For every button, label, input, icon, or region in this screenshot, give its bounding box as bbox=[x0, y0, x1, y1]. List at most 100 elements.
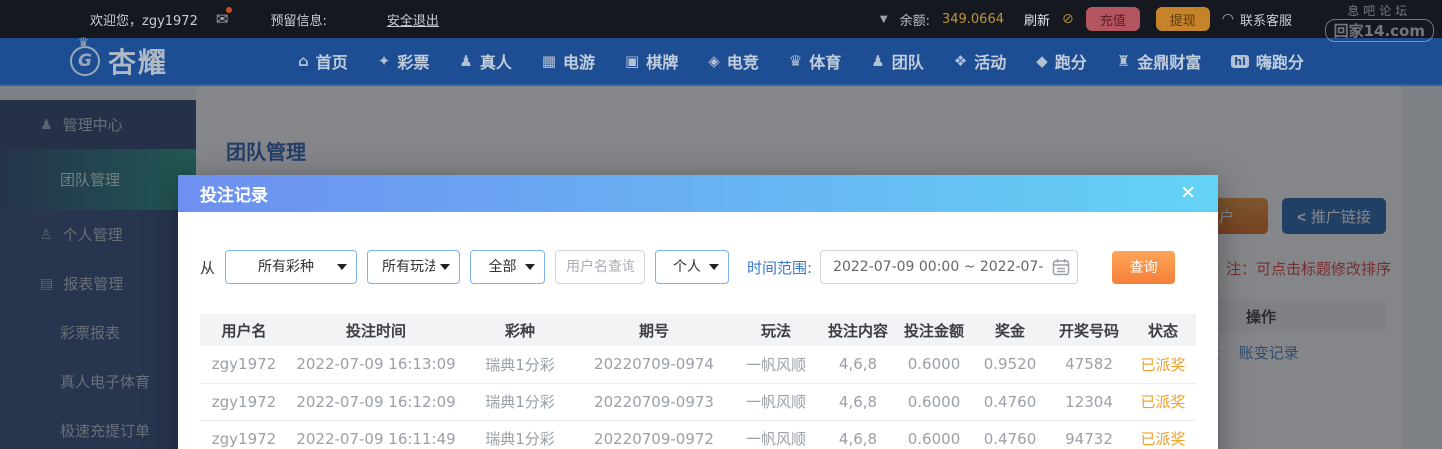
table-cell: 0.6000 bbox=[896, 420, 972, 449]
nav-item-label: 金鼎财富 bbox=[1137, 53, 1202, 72]
column-header[interactable]: 奖金 bbox=[972, 314, 1048, 346]
welcome-text: 欢迎您，zgy1972 bbox=[90, 13, 198, 29]
hi-paofen-icon: hi bbox=[1231, 54, 1249, 68]
table-cell: 12304 bbox=[1048, 383, 1130, 421]
slots-icon: ▦ bbox=[541, 52, 557, 70]
logo-crown-icon: ♛ G bbox=[70, 35, 100, 76]
table-cell: 2022-07-09 16:11:49 bbox=[288, 420, 464, 449]
table-cell: 0.6000 bbox=[896, 346, 972, 384]
time-range-label: 时间范围: bbox=[747, 258, 813, 277]
column-header[interactable]: 开奖号码 bbox=[1048, 314, 1130, 346]
date-range-input[interactable] bbox=[820, 250, 1079, 284]
table-cell: 4,6,8 bbox=[820, 383, 896, 421]
table-cell: 20220709-0973 bbox=[576, 383, 732, 421]
bet-records-modal: 投注记录 ✕ 从 所有彩种 所有玩法 全部 个人 时间范围: 查询 用户名投注时… bbox=[178, 175, 1218, 449]
table-cell: 0.6000 bbox=[896, 383, 972, 421]
modal-title: 投注记录 bbox=[200, 186, 268, 206]
table-row: zgy1972 2022-07-09 16:11:49 瑞典1分彩 20220709-… bbox=[200, 420, 1196, 449]
lottery-icon: ✦ bbox=[377, 52, 391, 70]
close-icon[interactable]: ✕ bbox=[1180, 184, 1196, 203]
table-cell: 瑞典1分彩 bbox=[464, 420, 576, 449]
balance-value: 349.0664 bbox=[941, 11, 1004, 27]
promo-icon: ❖ bbox=[953, 52, 968, 70]
bet-records-table: 用户名 投注时间 彩种 期号 玩法 投注内容 投注金额 奖金 开奖号码 状态 zgy1972 202… bbox=[200, 314, 1196, 449]
top-bar: 欢迎您，zgy1972 ✉ 预留信息: 安全退出 ▼ 余额: 349.0664 … bbox=[0, 0, 1442, 38]
withdraw-button[interactable]: 提现 bbox=[1155, 7, 1210, 31]
filter-bar: 从 所有彩种 所有玩法 全部 个人 时间范围: 查询 bbox=[200, 250, 1196, 284]
nav-item-paofen[interactable]: ◆ 跑分 bbox=[1036, 49, 1087, 73]
site-logo[interactable]: ♛ G 杏耀 bbox=[70, 35, 169, 81]
column-header[interactable]: 期号 bbox=[576, 314, 732, 346]
nav-item-promo[interactable]: ❖ 活动 bbox=[954, 49, 1006, 73]
nav-item-label: 电竞 bbox=[726, 53, 759, 72]
eye-slash-icon[interactable]: ⊘ bbox=[1062, 11, 1074, 27]
balance-label: 余额: bbox=[899, 13, 930, 29]
scope-select[interactable]: 个人 bbox=[655, 250, 730, 284]
table-cell: 瑞典1分彩 bbox=[464, 383, 576, 421]
notification-dot bbox=[226, 7, 233, 13]
from-label: 从 bbox=[200, 258, 216, 277]
table-cell: 0.9520 bbox=[972, 346, 1048, 384]
home-icon: ⌂ bbox=[298, 52, 309, 70]
calendar-icon[interactable] bbox=[1052, 258, 1070, 276]
nav-item-wealth[interactable]: ♜ 金鼎财富 bbox=[1117, 49, 1201, 73]
chevron-down-icon[interactable]: ▼ bbox=[880, 14, 888, 25]
support-label: 联系客服 bbox=[1239, 13, 1292, 29]
table-cell: 20220709-0972 bbox=[576, 420, 732, 449]
recharge-button[interactable]: 充值 bbox=[1085, 7, 1140, 31]
nav-item-hi-paofen[interactable]: hi 嗨跑分 bbox=[1231, 49, 1304, 73]
column-header[interactable]: 彩种 bbox=[464, 314, 576, 346]
bet-table-head-row: 用户名 投注时间 彩种 期号 玩法 投注内容 投注金额 奖金 开奖号码 状态 bbox=[200, 314, 1196, 346]
message-icon[interactable]: ✉ bbox=[216, 7, 233, 28]
table-cell: 20220709-0974 bbox=[576, 346, 732, 384]
column-header[interactable]: 投注时间 bbox=[288, 314, 464, 346]
logo-text: 杏耀 bbox=[108, 46, 169, 79]
column-header[interactable]: 状态 bbox=[1130, 314, 1196, 346]
table-cell: 0.4760 bbox=[972, 383, 1048, 421]
headset-icon: ◠ bbox=[1221, 11, 1234, 27]
nav-item-lottery[interactable]: ✦ 彩票 bbox=[378, 49, 430, 73]
live-icon: ♟ bbox=[459, 52, 473, 70]
table-cell: 一帆风顺 bbox=[732, 420, 820, 449]
column-header[interactable]: 投注内容 bbox=[820, 314, 896, 346]
logout-link[interactable]: 安全退出 bbox=[387, 10, 439, 29]
nav-item-label: 彩票 bbox=[397, 53, 430, 72]
table-cell: zgy1972 bbox=[200, 383, 288, 421]
query-button[interactable]: 查询 bbox=[1112, 250, 1176, 284]
nav-item-team[interactable]: ♟ 团队 bbox=[871, 49, 923, 73]
column-header[interactable]: 用户名 bbox=[200, 314, 288, 346]
table-cell: 0.4760 bbox=[972, 420, 1048, 449]
status-select[interactable]: 全部 bbox=[470, 250, 546, 284]
nav-item-home[interactable]: ⌂ 首页 bbox=[298, 49, 348, 73]
table-cell: 4,6,8 bbox=[820, 420, 896, 449]
nav-item-label: 电游 bbox=[563, 53, 596, 72]
table-cell: 瑞典1分彩 bbox=[464, 346, 576, 384]
modal-header: 投注记录 ✕ bbox=[178, 175, 1218, 212]
refresh-balance-link[interactable]: 刷新 bbox=[1024, 10, 1050, 29]
status-badge: 已派奖 bbox=[1130, 420, 1196, 449]
nav-item-sports[interactable]: ♛ 体育 bbox=[789, 49, 841, 73]
table-cell: 47582 bbox=[1048, 346, 1130, 384]
table-cell: 2022-07-09 16:12:09 bbox=[288, 383, 464, 421]
contact-support-link[interactable]: ◠ 联系客服 bbox=[1222, 10, 1292, 29]
lottery-type-select[interactable]: 所有彩种 bbox=[225, 250, 358, 284]
wealth-icon: ♜ bbox=[1116, 52, 1131, 70]
nav-item-label: 真人 bbox=[479, 53, 512, 72]
nav-item-esports[interactable]: ◈ 电竞 bbox=[708, 49, 759, 73]
nav-item-label: 活动 bbox=[974, 53, 1007, 72]
table-cell: 2022-07-09 16:13:09 bbox=[288, 346, 464, 384]
column-header[interactable]: 投注金额 bbox=[896, 314, 972, 346]
nav-item-cards[interactable]: ▣ 棋牌 bbox=[625, 49, 678, 73]
main-nav-bar: ♛ G 杏耀 ⌂ 首页 ✦ 彩票 ♟ 真人 ▦ 电游 ▣ 棋牌 ◈ 电竞 ♛ 体育 ♟ 团队 ❖ 活动 ◆ 跑分 ♜ 金鼎财… bbox=[0, 35, 1442, 86]
reserved-info-label: 预留信息: bbox=[270, 13, 327, 29]
username-search-input[interactable] bbox=[555, 250, 646, 284]
play-type-select[interactable]: 所有玩法 bbox=[367, 250, 461, 284]
column-header[interactable]: 玩法 bbox=[732, 314, 820, 346]
table-row: zgy1972 2022-07-09 16:13:09 瑞典1分彩 20220709-… bbox=[200, 346, 1196, 384]
status-badge: 已派奖 bbox=[1130, 383, 1196, 421]
nav-item-slots[interactable]: ▦ 电游 bbox=[542, 49, 595, 73]
nav-item-label: 棋牌 bbox=[646, 53, 679, 72]
nav-item-label: 团队 bbox=[891, 53, 924, 72]
nav-item-live[interactable]: ♟ 真人 bbox=[459, 49, 511, 73]
cards-icon: ▣ bbox=[625, 52, 640, 70]
